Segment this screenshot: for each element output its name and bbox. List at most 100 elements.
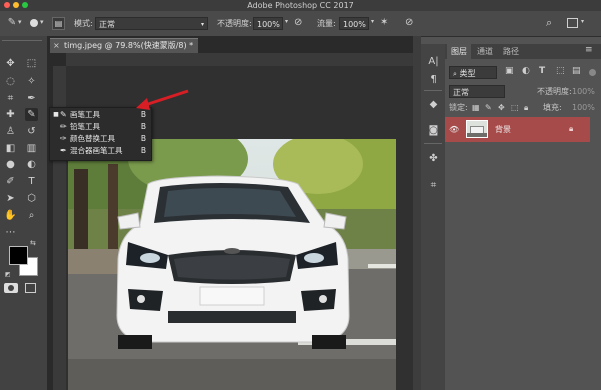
history-brush-icon[interactable]: ↺ xyxy=(25,125,38,138)
pen-tool-icon[interactable]: ✐ xyxy=(4,175,17,188)
pressure-opacity-icon[interactable]: ⊘ xyxy=(294,17,302,28)
layers-stack-icon[interactable]: ◆ xyxy=(427,98,440,111)
chevron-down-icon: ▾ xyxy=(200,21,204,28)
toolbox-grip[interactable] xyxy=(2,40,42,43)
styles-icon[interactable]: ✤ xyxy=(427,152,440,165)
panel-divider xyxy=(424,90,442,91)
close-window-button[interactable] xyxy=(4,2,10,8)
layer-row[interactable]: 👁︎ 背景 🔒︎ xyxy=(445,117,590,142)
mixer-brush-icon: ✒ xyxy=(60,146,67,155)
eye-visibility-icon[interactable]: 👁︎ xyxy=(449,125,459,134)
horizontal-ruler[interactable] xyxy=(66,53,413,67)
flyout-item-label: 颜色替换工具 xyxy=(70,134,115,143)
layer-opacity-label: 不透明度: xyxy=(537,87,572,96)
more-tools-icon[interactable]: ⋯ xyxy=(4,226,17,239)
brush-panel-icon[interactable]: ▤ xyxy=(52,17,65,30)
healing-brush-icon[interactable]: ✚ xyxy=(4,108,17,121)
foreground-color-swatch-front[interactable] xyxy=(9,246,28,265)
brush-preset-icon[interactable]: ✎ xyxy=(6,17,18,30)
eraser-tool-icon[interactable]: ◧ xyxy=(4,142,17,155)
lasso-tool-icon[interactable]: ◌ xyxy=(4,75,17,88)
tab-channels[interactable]: 通道 xyxy=(473,44,497,59)
lock-position-icon[interactable]: ✥ xyxy=(498,101,505,114)
character-panel-icon[interactable]: A| xyxy=(427,55,440,68)
chevron-down-icon[interactable]: ▾ xyxy=(18,18,22,26)
path-selection-icon[interactable]: ➤ xyxy=(4,192,17,205)
color-replacement-icon: ✑ xyxy=(60,134,67,143)
move-tool-icon[interactable]: ✥ xyxy=(4,57,17,70)
opacity-field[interactable]: 100% xyxy=(253,17,283,30)
document-tab-title: timg.jpeg @ 79.8%(快速蒙版/8) * xyxy=(64,41,194,50)
chevron-down-icon[interactable]: ▾ xyxy=(371,18,374,25)
pixel-filter-icon[interactable]: ▣ xyxy=(505,66,514,76)
shape-tool-icon[interactable]: ⬡ xyxy=(25,192,38,205)
blend-mode-select[interactable]: 正常 xyxy=(449,85,505,98)
flyout-item-pencil[interactable]: ✏ 铅笔工具 B xyxy=(50,121,151,133)
airbrush-icon[interactable]: ✶ xyxy=(380,17,388,28)
minimize-window-button[interactable] xyxy=(13,2,19,8)
gradient-tool-icon[interactable]: ▥ xyxy=(25,142,38,155)
filter-toggle-icon[interactable] xyxy=(589,69,596,76)
marquee-tool-icon[interactable]: ⬚ xyxy=(25,57,38,70)
eyedropper-icon[interactable]: ✒ xyxy=(25,92,38,105)
lock-image-icon[interactable]: ✎ xyxy=(485,101,492,114)
shortcut-key: B xyxy=(140,134,146,143)
flyout-item-mixer-brush[interactable]: ✒ 混合器画笔工具 B xyxy=(50,145,151,157)
flyout-item-color-replacement[interactable]: ✑ 颜色替换工具 B xyxy=(50,133,151,145)
type-filter-icon[interactable]: T xyxy=(539,66,545,76)
chevron-down-icon[interactable]: ▾ xyxy=(285,18,288,25)
layer-opacity-value[interactable]: 100% xyxy=(572,85,595,98)
magic-wand-icon[interactable]: ✧ xyxy=(25,75,38,88)
flow-field[interactable]: 100% xyxy=(339,17,369,30)
mode-select[interactable]: 正常 ▾ xyxy=(95,17,208,30)
crop-panel-icon[interactable]: ⌗ xyxy=(427,179,440,192)
chevron-down-icon[interactable]: ▾ xyxy=(581,18,584,25)
app-title: Adobe Photoshop CC 2017 xyxy=(247,1,354,10)
lock-transparency-icon[interactable]: ▦ xyxy=(472,101,480,114)
brush-size-icon[interactable] xyxy=(30,19,38,27)
blur-tool-icon[interactable]: ● xyxy=(4,158,17,171)
lock-artboard-icon[interactable]: ⬚ xyxy=(511,101,519,114)
crop-tool-icon[interactable]: ⌗ xyxy=(4,92,17,105)
mode-label: 模式: xyxy=(74,19,93,28)
flyout-item-label: 混合器画笔工具 xyxy=(70,146,123,155)
search-icon: ⌕ xyxy=(453,70,457,78)
tab-layers[interactable]: 图层 xyxy=(447,44,471,59)
swap-colors-icon[interactable]: ⇆ xyxy=(30,239,36,247)
lock-icon: 🔒︎ xyxy=(569,124,574,133)
quick-mask-icon[interactable] xyxy=(4,283,18,293)
type-tool-icon[interactable]: T xyxy=(25,175,38,188)
dodge-tool-icon[interactable]: ◐ xyxy=(25,158,38,171)
workspace-icon[interactable] xyxy=(567,18,578,28)
chevron-down-icon[interactable]: ▾ xyxy=(40,18,44,26)
paragraph-panel-icon[interactable]: ¶ xyxy=(427,73,440,86)
hand-tool-icon[interactable]: ✋ xyxy=(4,209,17,222)
dock-divider[interactable] xyxy=(413,36,421,390)
layer-name[interactable]: 背景 xyxy=(495,124,511,135)
default-colors-icon[interactable]: ◩ xyxy=(5,271,11,278)
screen-mode-icon[interactable] xyxy=(25,283,36,293)
layer-kind-filter[interactable]: ⌕ 类型 xyxy=(449,66,497,79)
document-image[interactable] xyxy=(68,139,396,390)
pressure-size-icon[interactable]: ⊘ xyxy=(405,17,413,28)
fill-label: 填充: xyxy=(543,103,562,112)
tab-paths[interactable]: 路径 xyxy=(499,44,523,59)
lock-all-icon[interactable]: 🔒︎ xyxy=(524,101,528,114)
brush-tool-icon[interactable]: ✎ xyxy=(25,108,38,121)
panel-menu-icon[interactable]: ≡ xyxy=(585,45,593,55)
document-tab[interactable]: × timg.jpeg @ 79.8%(快速蒙版/8) * xyxy=(50,38,198,53)
brush-tool-flyout: ■ ✎ 画笔工具 B ✏ 铅笔工具 B ✑ 颜色替换工具 B ✒ 混合器画笔工具… xyxy=(49,107,152,161)
layers-panel-tabs: 图层 通道 路径 ≡ xyxy=(445,44,601,59)
search-icon[interactable]: ⌕ xyxy=(546,16,552,30)
shortcut-key: B xyxy=(140,146,146,155)
clone-stamp-icon[interactable]: ♙ xyxy=(4,125,17,138)
close-tab-icon[interactable]: × xyxy=(53,39,60,53)
adjustment-filter-icon[interactable]: ◐ xyxy=(522,66,530,76)
maximize-window-button[interactable] xyxy=(22,2,28,8)
shape-filter-icon[interactable]: ⬚ xyxy=(556,66,565,76)
fill-value[interactable]: 100% xyxy=(572,101,595,114)
shortcut-key: B xyxy=(140,122,146,131)
adjustments-icon[interactable]: ◙ xyxy=(427,124,440,137)
zoom-tool-icon[interactable]: ⌕ xyxy=(25,209,38,222)
smart-object-filter-icon[interactable]: ▤ xyxy=(572,66,581,76)
